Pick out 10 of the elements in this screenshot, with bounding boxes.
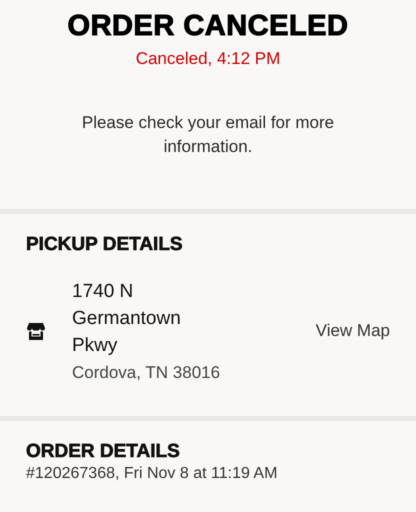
section-heading: PICKUP DETAILS [26,234,184,256]
order-summary: #120267368, Fri Nov 8 at 11:19 AM [26,465,278,483]
section-heading: ORDER DETAILS [26,441,181,463]
street-address: 1740 N Germantown Pkwy [72,280,182,358]
status-message: Please check your email for more information. [80,112,336,158]
status-time: Canceled, 4:12 PM [136,49,280,69]
status-title: ORDER CANCELED [68,10,348,43]
store-icon [26,320,46,340]
city-line: Cordova, TN 38016 [72,363,222,383]
view-map-link[interactable]: View Map [316,320,390,340]
